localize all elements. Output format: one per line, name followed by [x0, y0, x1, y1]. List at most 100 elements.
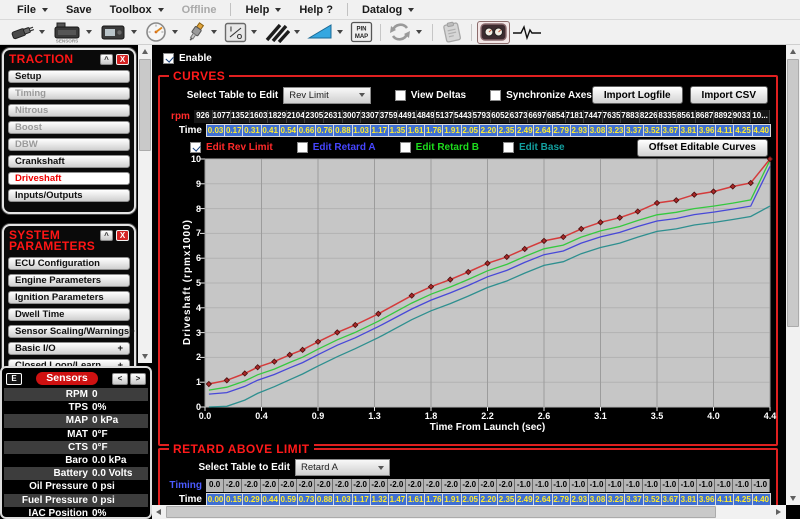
- time-cell[interactable]: 0.17: [224, 124, 243, 137]
- timing-cell[interactable]: -2.0: [442, 479, 460, 492]
- time-cell[interactable]: 0.88: [333, 124, 352, 137]
- chevron-down-icon[interactable]: [294, 30, 300, 34]
- timing-cell[interactable]: -1.0: [570, 479, 588, 492]
- rpm-cell[interactable]: 3307: [361, 110, 380, 123]
- timing-cell[interactable]: -2.0: [297, 479, 315, 492]
- rpm-cell[interactable]: 5137: [435, 110, 454, 123]
- timing-cell[interactable]: -2.0: [242, 479, 260, 492]
- import-csv-button[interactable]: Import CSV: [690, 86, 768, 104]
- table-3d-view-icon[interactable]: [305, 21, 335, 44]
- timing-cell[interactable]: -1.0: [515, 479, 533, 492]
- main-hscrollbar-thumb[interactable]: [166, 506, 716, 518]
- time-cell[interactable]: 0.41: [261, 124, 280, 137]
- time-cell[interactable]: 4.25: [733, 124, 752, 137]
- sidebar-item-setup[interactable]: Setup: [8, 70, 130, 83]
- synchronize-axes-checkbox-row[interactable]: Synchronize Axes: [490, 90, 592, 101]
- sidebar-scroll-down-icon[interactable]: [138, 350, 152, 363]
- sidebar-item-basic-i-o[interactable]: Basic I/O+: [8, 342, 130, 355]
- menu-item-help[interactable]: Help: [236, 2, 290, 18]
- time-cell[interactable]: 2.35: [497, 124, 516, 137]
- comm-link-connector-icon[interactable]: [7, 21, 37, 44]
- time-cell[interactable]: 2.20: [479, 124, 498, 137]
- rpm-cell[interactable]: 6697: [528, 110, 547, 123]
- chevron-down-icon[interactable]: [39, 30, 45, 34]
- timing-cell[interactable]: -1.0: [697, 479, 715, 492]
- rpm-cell[interactable]: 3007: [343, 110, 362, 123]
- sidebar-scrollbar[interactable]: [138, 45, 152, 363]
- timing-cell[interactable]: -2.0: [279, 479, 297, 492]
- time-cell[interactable]: 0.76: [315, 124, 334, 137]
- rpm-cell[interactable]: 8335: [658, 110, 677, 123]
- synchronize-axes-checkbox[interactable]: [490, 90, 501, 101]
- sidebar-item-inputs-outputs[interactable]: Inputs/Outputs: [8, 189, 130, 202]
- time-cell[interactable]: 4.40: [752, 124, 771, 137]
- sensors-module-icon[interactable]: SENSORS: [50, 21, 84, 44]
- sidebar-item-dbw[interactable]: DBW: [8, 138, 130, 151]
- time-cell[interactable]: 3.23: [606, 124, 625, 137]
- driveshaft-chart[interactable]: 012345678910 0.00.40.91.31.82.22.63.13.5…: [160, 159, 776, 444]
- edit-retard-a-checkbox[interactable]: [297, 142, 308, 153]
- timing-cell[interactable]: -2.0: [370, 479, 388, 492]
- chevron-down-icon[interactable]: [211, 30, 217, 34]
- time-cell[interactable]: 2.79: [552, 124, 571, 137]
- rpm-cell[interactable]: 6052: [491, 110, 510, 123]
- datalog-trace-icon[interactable]: [510, 21, 544, 44]
- timing-cell[interactable]: -2.0: [388, 479, 406, 492]
- timing-cell[interactable]: -1.0: [733, 479, 751, 492]
- sidebar-item-timing[interactable]: Timing: [8, 87, 130, 100]
- rpm-cell[interactable]: 6854: [547, 110, 566, 123]
- time-cell[interactable]: 0.31: [242, 124, 261, 137]
- timing-cell[interactable]: -1.0: [679, 479, 697, 492]
- time-cell[interactable]: 0.54: [279, 124, 298, 137]
- io-settings-icon[interactable]: IO: [222, 21, 249, 44]
- curves-table-select-dropdown[interactable]: Rev Limit: [283, 87, 370, 104]
- traction-close-button[interactable]: X: [116, 54, 129, 65]
- main-scroll-up-icon[interactable]: [786, 45, 800, 58]
- sidebar-item-crankshaft[interactable]: Crankshaft: [8, 155, 130, 168]
- timing-cell[interactable]: -1.0: [715, 479, 733, 492]
- handheld-tuner-icon[interactable]: [97, 21, 129, 44]
- view-deltas-checkbox-row[interactable]: View Deltas: [395, 90, 466, 101]
- timing-cell[interactable]: -2.0: [497, 479, 515, 492]
- rpm-cell[interactable]: 7181: [566, 110, 585, 123]
- time-cell[interactable]: 1.03: [352, 124, 371, 137]
- timing-cell[interactable]: -1.0: [552, 479, 570, 492]
- edit-base-checkbox[interactable]: [503, 142, 514, 153]
- gauges-display-icon[interactable]: [477, 21, 510, 44]
- edit-retard-b-checkbox[interactable]: [400, 142, 411, 153]
- sidebar-item-nitrous[interactable]: Nitrous: [8, 104, 130, 117]
- timing-cell[interactable]: -1.0: [606, 479, 624, 492]
- rpm-cell[interactable]: 1352: [231, 110, 250, 123]
- timing-cell[interactable]: -1.0: [643, 479, 661, 492]
- time-cell[interactable]: 4.11: [715, 124, 734, 137]
- sidebar-item-boost[interactable]: Boost: [8, 121, 130, 134]
- timing-cell[interactable]: -1.0: [752, 479, 770, 492]
- rpm-cell[interactable]: 1829: [268, 110, 287, 123]
- timing-cell[interactable]: -2.0: [352, 479, 370, 492]
- rpm-cell[interactable]: 8226: [640, 110, 659, 123]
- timing-cell[interactable]: -2.0: [333, 479, 351, 492]
- sidebar-scroll-up-icon[interactable]: [138, 45, 152, 58]
- system-parameters-close-button[interactable]: X: [116, 230, 129, 241]
- time-cell[interactable]: 3.81: [679, 124, 698, 137]
- rpm-cell[interactable]: 6373: [510, 110, 529, 123]
- time-cell[interactable]: 3.08: [588, 124, 607, 137]
- enable-checkbox-row[interactable]: Enable: [163, 53, 212, 64]
- view-deltas-checkbox[interactable]: [395, 90, 406, 101]
- timing-cell[interactable]: -2.0: [261, 479, 279, 492]
- rpm-cell[interactable]: 4491: [398, 110, 417, 123]
- timing-cell[interactable]: -1.0: [624, 479, 642, 492]
- chevron-down-icon[interactable]: [172, 30, 178, 34]
- timing-cell[interactable]: 0.0: [206, 479, 224, 492]
- menu-item-save[interactable]: Save: [57, 2, 101, 18]
- gauge-icon[interactable]: [142, 21, 170, 44]
- rpm-cell[interactable]: 2631: [324, 110, 343, 123]
- sync-refresh-icon[interactable]: [386, 21, 414, 44]
- edit-base-checkbox-row[interactable]: Edit Base: [503, 142, 565, 153]
- chevron-down-icon[interactable]: [416, 30, 422, 34]
- time-cell[interactable]: 1.91: [442, 124, 461, 137]
- main-scroll-down-icon[interactable]: [786, 492, 800, 505]
- time-cell[interactable]: 2.05: [461, 124, 480, 137]
- timing-cell[interactable]: -1.0: [588, 479, 606, 492]
- time-cell[interactable]: 2.93: [570, 124, 589, 137]
